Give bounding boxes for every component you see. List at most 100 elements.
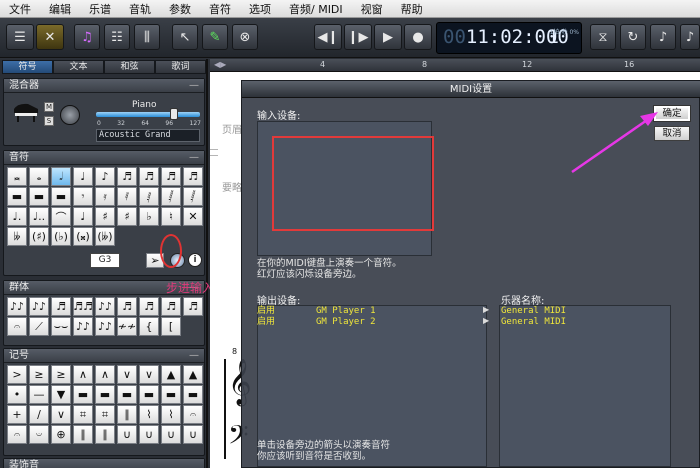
note-r1-c5-icon[interactable]: ♪ — [95, 167, 115, 186]
mark-r3-c5-icon[interactable]: ⌗ — [95, 405, 115, 424]
group-r2-c7-icon[interactable]: { — [139, 317, 159, 336]
pointer-icon[interactable]: ↖ — [172, 24, 198, 50]
track-view-icon[interactable]: ☰ — [6, 24, 34, 50]
mark-r1-c2-icon[interactable]: ≥ — [29, 365, 49, 384]
menu-options[interactable]: 选项 — [240, 1, 280, 17]
pitch-field[interactable]: G3 — [90, 253, 120, 268]
group-r1-c3-icon[interactable]: ♬ — [51, 297, 71, 316]
group-r2-c8-icon[interactable]: [ — [161, 317, 181, 336]
mark-r3-c7-icon[interactable]: ⌇ — [139, 405, 159, 424]
group-r1-c5-icon[interactable]: ♪♪ — [95, 297, 115, 316]
note-r3-c6-icon[interactable]: ♯ — [117, 207, 137, 226]
group-r1-c8-icon[interactable]: ♬ — [161, 297, 181, 316]
mark-r1-c4-icon[interactable]: ∧ — [73, 365, 93, 384]
rewind-icon[interactable]: ◀❙ — [314, 24, 342, 50]
mark-r2-c5-icon[interactable]: ▬ — [95, 385, 115, 404]
note-r4-c1-icon[interactable]: 𝄫 — [7, 227, 27, 246]
info-button[interactable]: i — [188, 253, 202, 267]
volume-slider[interactable] — [96, 112, 200, 117]
mark-r4-c3-icon[interactable]: ⊕ — [51, 425, 71, 444]
mark-r3-c4-icon[interactable]: ⌗ — [73, 405, 93, 424]
mark-r1-c8-icon[interactable]: ▲ — [161, 365, 181, 384]
mixer-icon[interactable]: ⫼ — [134, 24, 160, 50]
group-r1-c2-icon[interactable]: ♪♪ — [29, 297, 49, 316]
group-r1-c4-icon[interactable]: ♬♬ — [73, 297, 93, 316]
note-r2-c6-icon[interactable]: 𝅀 — [117, 187, 137, 206]
solo-button[interactable]: S — [44, 116, 54, 126]
output-1-name[interactable]: GM Player 1 — [316, 306, 376, 316]
note-r1-c7-icon[interactable]: ♬ — [139, 167, 159, 186]
play-output-1-icon[interactable]: ▶ — [483, 305, 489, 314]
back-icon[interactable]: ❙▶ — [344, 24, 372, 50]
instrument-name[interactable]: Acoustic Grand — [96, 129, 200, 142]
mark-r2-c8-icon[interactable]: ▬ — [161, 385, 181, 404]
tab-lyrics[interactable]: 歌词 — [155, 60, 206, 74]
menu-file[interactable]: 文件 — [0, 1, 40, 17]
mark-r3-c2-icon[interactable]: ∕ — [29, 405, 49, 424]
mark-r4-c8-icon[interactable]: ∪ — [161, 425, 181, 444]
notes-icon[interactable]: ♫ — [74, 24, 100, 50]
pencil-icon[interactable]: ✎ — [202, 24, 228, 50]
note-r3-c1-icon[interactable]: ♩. — [7, 207, 27, 226]
mark-r3-c8-icon[interactable]: ⌇ — [161, 405, 181, 424]
note-r4-c2-icon[interactable]: (♯) — [29, 227, 49, 246]
group-r1-c1-icon[interactable]: ♪♪ — [7, 297, 27, 316]
menu-edit[interactable]: 编辑 — [40, 1, 80, 17]
mark-r2-c2-icon[interactable]: — — [29, 385, 49, 404]
tab-chords[interactable]: 和弦 — [104, 60, 155, 74]
menu-parameters[interactable]: 参数 — [160, 1, 200, 17]
mark-r4-c2-icon[interactable]: 𝄑 — [29, 425, 49, 444]
mark-r2-c3-icon[interactable]: ▼ — [51, 385, 71, 404]
group-r2-c6-icon[interactable]: ≁≁ — [117, 317, 137, 336]
note-r2-c4-icon[interactable]: 𝄾 — [73, 187, 93, 206]
mark-r3-c6-icon[interactable]: ∥ — [117, 405, 137, 424]
output-1-instrument[interactable]: General MIDI — [501, 306, 566, 316]
mark-r1-c7-icon[interactable]: ∨ — [139, 365, 159, 384]
mark-r4-c1-icon[interactable]: 𝄐 — [7, 425, 27, 444]
note-r3-c5-icon[interactable]: ♯ — [95, 207, 115, 226]
note-r2-c2-icon[interactable]: ▬ — [29, 187, 49, 206]
menu-view[interactable]: 视窗 — [352, 1, 392, 17]
mark-r1-c1-icon[interactable]: > — [7, 365, 27, 384]
menu-help[interactable]: 帮助 — [392, 1, 432, 17]
note-r3-c4-icon[interactable]: ♩ — [73, 207, 93, 226]
group-r1-c6-icon[interactable]: ♬ — [117, 297, 137, 316]
mark-r4-c7-icon[interactable]: ∪ — [139, 425, 159, 444]
note-r3-c9-icon[interactable]: ✕ — [183, 207, 203, 226]
collapse-icon[interactable]: — — [189, 151, 199, 165]
more-icon[interactable]: ♪ — [680, 24, 700, 50]
output-2-state[interactable]: 启用 — [257, 317, 275, 327]
note-r4-c4-icon[interactable]: (𝄪) — [73, 227, 93, 246]
tab-symbols[interactable]: 符号 — [2, 60, 53, 74]
menu-notes[interactable]: 音符 — [200, 1, 240, 17]
note-r1-c4-icon[interactable]: ♩ — [73, 167, 93, 186]
list-icon[interactable]: ☷ — [104, 24, 130, 50]
mark-r4-c6-icon[interactable]: ∪ — [117, 425, 137, 444]
collapse-icon[interactable]: — — [189, 79, 199, 93]
instrument-name-list[interactable] — [499, 305, 671, 467]
tab-text[interactable]: 文本 — [53, 60, 104, 74]
note-r3-c8-icon[interactable]: ♮ — [161, 207, 181, 226]
mark-r3-c1-icon[interactable]: + — [7, 405, 27, 424]
mark-r1-c6-icon[interactable]: ∨ — [117, 365, 137, 384]
mark-r2-c6-icon[interactable]: ▬ — [117, 385, 137, 404]
mark-r2-c7-icon[interactable]: ▬ — [139, 385, 159, 404]
mark-r1-c5-icon[interactable]: ∧ — [95, 365, 115, 384]
mark-r2-c9-icon[interactable]: ▬ — [183, 385, 203, 404]
mark-r4-c4-icon[interactable]: ∥ — [73, 425, 93, 444]
ruler-left-button[interactable]: ◀▶ — [214, 60, 226, 69]
note-r3-c2-icon[interactable]: ♩.. — [29, 207, 49, 226]
menu-score[interactable]: 乐谱 — [80, 1, 120, 17]
group-r1-c7-icon[interactable]: ♬ — [139, 297, 159, 316]
group-r1-c9-icon[interactable]: ♬ — [183, 297, 203, 316]
group-r2-c2-icon[interactable]: ⟋ — [29, 317, 49, 336]
mark-r3-c9-icon[interactable]: 𝄐 — [183, 405, 203, 424]
note-r2-c3-icon[interactable]: ▬ — [51, 187, 71, 206]
note-r1-c9-icon[interactable]: ♬ — [183, 167, 203, 186]
menu-track[interactable]: 音轨 — [120, 1, 160, 17]
group-r2-c4-icon[interactable]: ♪♪ — [73, 317, 93, 336]
mark-r4-c5-icon[interactable]: ∥ — [95, 425, 115, 444]
note-r2-c7-icon[interactable]: 𝅁 — [139, 187, 159, 206]
output-1-state[interactable]: 启用 — [257, 306, 275, 316]
note-r1-c2-icon[interactable]: 𝅝 — [29, 167, 49, 186]
